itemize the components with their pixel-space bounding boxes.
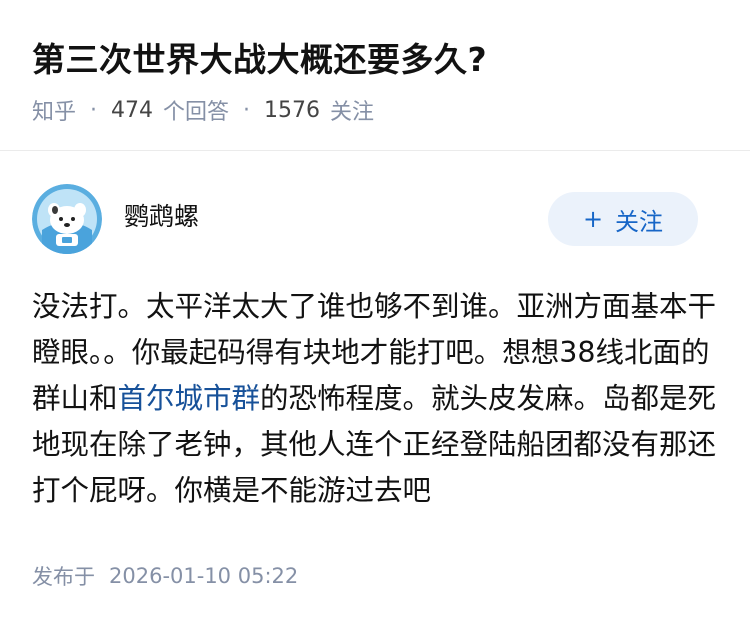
answer-content: 没法打。太平洋太大了谁也够不到谁。亚洲方面基本干瞪眼。。你最起码得有块地才能打吧… bbox=[32, 284, 722, 514]
plus-icon: + bbox=[582, 205, 604, 233]
answer-count-label[interactable]: 个回答 bbox=[163, 94, 229, 126]
follower-count-label[interactable]: 关注 bbox=[330, 94, 374, 126]
publish-info: 发布于 2026-01-10 05:22 bbox=[32, 560, 298, 592]
follower-count[interactable]: 1576 bbox=[264, 98, 320, 123]
answer-count[interactable]: 474 bbox=[111, 98, 153, 123]
author-name[interactable]: 鹦鹉螺 bbox=[124, 200, 199, 234]
published-label: 发布于 bbox=[32, 565, 95, 589]
question-meta: 知乎 · 474 个回答 · 1576 关注 bbox=[32, 94, 374, 126]
follow-button-label: 关注 bbox=[615, 207, 664, 236]
question-title[interactable]: 第三次世界大战大概还要多久? bbox=[32, 38, 487, 82]
follow-button[interactable]: + 关注 bbox=[548, 192, 698, 246]
published-time: 2026-01-10 05:22 bbox=[109, 564, 299, 588]
avatar[interactable] bbox=[32, 184, 102, 254]
meta-separator: · bbox=[243, 97, 251, 123]
source-label[interactable]: 知乎 bbox=[32, 94, 76, 126]
author-row: 鹦鹉螺 + 关注 bbox=[32, 184, 698, 254]
astronaut-bear-avatar-icon bbox=[32, 184, 102, 254]
meta-separator: · bbox=[90, 97, 98, 123]
section-divider bbox=[0, 150, 750, 151]
answer-inline-link[interactable]: 首尔城市群 bbox=[118, 382, 261, 415]
